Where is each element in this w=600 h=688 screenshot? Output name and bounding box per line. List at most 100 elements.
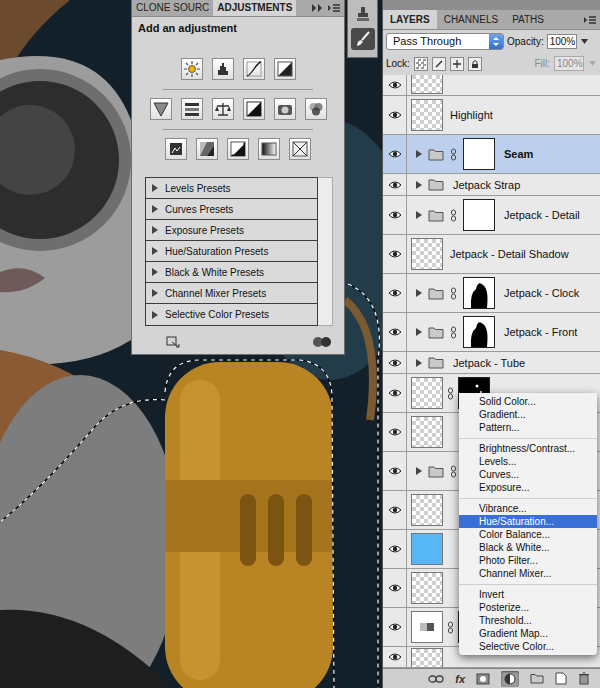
menu-item[interactable]: Invert <box>459 588 597 601</box>
chain-link-icon[interactable] <box>447 621 454 634</box>
layer-row[interactable]: Highlight <box>383 96 600 135</box>
visibility-cell[interactable] <box>383 313 407 351</box>
adjustment-thumbnail[interactable] <box>411 611 443 643</box>
adjustment-button[interactable] <box>243 58 265 80</box>
chain-link-icon[interactable] <box>450 209 457 222</box>
menu-item[interactable]: Vibrance... <box>459 502 597 515</box>
expand-triangle-icon[interactable] <box>416 181 422 189</box>
adjustment-button[interactable] <box>289 138 311 160</box>
layer-mask-thumbnail[interactable] <box>463 277 495 309</box>
layer-row[interactable]: Jetpack - Clock <box>383 274 600 313</box>
layer-thumbnail[interactable] <box>411 416 443 448</box>
disclosure-triangle-icon[interactable] <box>152 289 158 297</box>
menu-item[interactable]: Gradient... <box>459 408 597 421</box>
visibility-cell[interactable] <box>383 374 407 412</box>
preset-row[interactable]: Channel Mixer Presets <box>146 283 317 304</box>
panel-tab[interactable]: ADJUSTMENTS <box>213 0 296 16</box>
adjustment-button[interactable] <box>181 98 203 120</box>
chain-link-icon[interactable] <box>447 387 454 400</box>
layer-mask-thumbnail[interactable] <box>463 138 495 170</box>
adjustment-button[interactable] <box>212 98 234 120</box>
preset-row[interactable]: Curves Presets <box>146 199 317 220</box>
chain-link-icon[interactable] <box>450 465 457 478</box>
visibility-cell[interactable] <box>383 491 407 529</box>
menu-item[interactable]: Posterize... <box>459 601 597 614</box>
visibility-cell[interactable] <box>383 530 407 568</box>
fill-slider-icon[interactable] <box>588 59 597 68</box>
disclosure-triangle-icon[interactable] <box>152 226 158 234</box>
menu-item[interactable]: Solid Color... <box>459 395 597 408</box>
new-adjustment-button[interactable] <box>501 671 519 687</box>
panel-tab[interactable]: CLONE SOURC <box>132 0 213 16</box>
menu-item[interactable]: Threshold... <box>459 614 597 627</box>
layer-mask-thumbnail[interactable] <box>463 199 495 231</box>
expand-triangle-icon[interactable] <box>416 328 422 336</box>
layer-row[interactable]: Jetpack - Tube <box>383 352 600 374</box>
adjustment-button[interactable] <box>212 58 234 80</box>
adjustment-button[interactable] <box>150 98 172 120</box>
adjustment-button[interactable] <box>305 98 327 120</box>
layer-thumbnail[interactable] <box>411 99 443 131</box>
preset-row[interactable]: Levels Presets <box>146 178 317 199</box>
menu-item[interactable]: Curves... <box>459 468 597 481</box>
brush-tool-button[interactable] <box>351 28 375 50</box>
layer-thumbnail[interactable] <box>411 377 443 409</box>
visibility-cell[interactable] <box>383 235 407 273</box>
disclosure-triangle-icon[interactable] <box>152 247 158 255</box>
menu-item[interactable]: Exposure... <box>459 481 597 494</box>
visibility-cell[interactable] <box>383 135 407 173</box>
layer-row[interactable]: Jetpack Strap <box>383 174 600 196</box>
add-mask-icon[interactable] <box>476 673 490 685</box>
menu-item[interactable]: Levels... <box>459 455 597 468</box>
expand-triangle-icon[interactable] <box>416 289 422 297</box>
visibility-cell[interactable] <box>383 196 407 234</box>
adjustment-button[interactable] <box>227 138 249 160</box>
chain-link-icon[interactable] <box>450 287 457 300</box>
disclosure-triangle-icon[interactable] <box>152 184 158 192</box>
visibility-cell[interactable] <box>383 569 407 607</box>
panel-menu-icon[interactable] <box>583 15 597 25</box>
layer-row[interactable]: Jetpack - Front <box>383 313 600 352</box>
expand-triangle-icon[interactable] <box>416 211 422 219</box>
layer-thumbnail[interactable] <box>411 75 443 94</box>
layer-thumbnail[interactable] <box>411 238 443 270</box>
adjustment-button[interactable] <box>274 98 296 120</box>
visibility-toggle-icon[interactable] <box>312 335 332 349</box>
lock-position-icon[interactable] <box>450 57 464 71</box>
expand-triangle-icon[interactable] <box>416 150 422 158</box>
new-group-icon[interactable] <box>530 673 544 684</box>
chain-link-icon[interactable] <box>450 148 457 161</box>
menu-item[interactable]: Photo Filter... <box>459 554 597 567</box>
visibility-cell[interactable] <box>383 174 407 195</box>
fill-thumbnail[interactable] <box>411 533 443 565</box>
visibility-cell[interactable] <box>383 352 407 373</box>
menu-item[interactable]: Pattern... <box>459 421 597 434</box>
layer-thumbnail[interactable] <box>411 648 443 668</box>
visibility-cell[interactable] <box>383 96 407 134</box>
layer-row[interactable]: Jetpack - Detail Shadow <box>383 235 600 274</box>
visibility-cell[interactable] <box>383 413 407 451</box>
adjustment-button[interactable] <box>243 98 265 120</box>
visibility-cell[interactable] <box>383 274 407 312</box>
layer-style-button[interactable]: fx <box>455 673 465 685</box>
blend-mode-select[interactable]: Pass Through <box>386 33 504 50</box>
preset-row[interactable]: Selective Color Presets <box>146 304 317 325</box>
adjustment-button[interactable] <box>165 138 187 160</box>
panel-tab[interactable]: CHANNELS <box>437 10 505 29</box>
visibility-cell[interactable] <box>383 75 407 95</box>
adjustment-button[interactable] <box>181 58 203 80</box>
visibility-cell[interactable] <box>383 647 407 667</box>
scrollbar[interactable] <box>318 177 333 326</box>
visibility-cell[interactable] <box>383 452 407 490</box>
disclosure-triangle-icon[interactable] <box>152 205 158 213</box>
layer-thumbnail[interactable] <box>411 572 443 604</box>
layer-mask-thumbnail[interactable] <box>463 316 495 348</box>
adjustment-button[interactable] <box>258 138 280 160</box>
opacity-slider-icon[interactable] <box>580 37 589 46</box>
layer-thumbnail[interactable] <box>411 494 443 526</box>
panel-menu-icon[interactable] <box>327 3 341 13</box>
preset-row[interactable]: Exposure Presets <box>146 220 317 241</box>
menu-item[interactable]: Brightness/Contrast... <box>459 442 597 455</box>
trash-icon[interactable] <box>578 672 590 685</box>
lock-transparency-icon[interactable] <box>414 57 428 71</box>
